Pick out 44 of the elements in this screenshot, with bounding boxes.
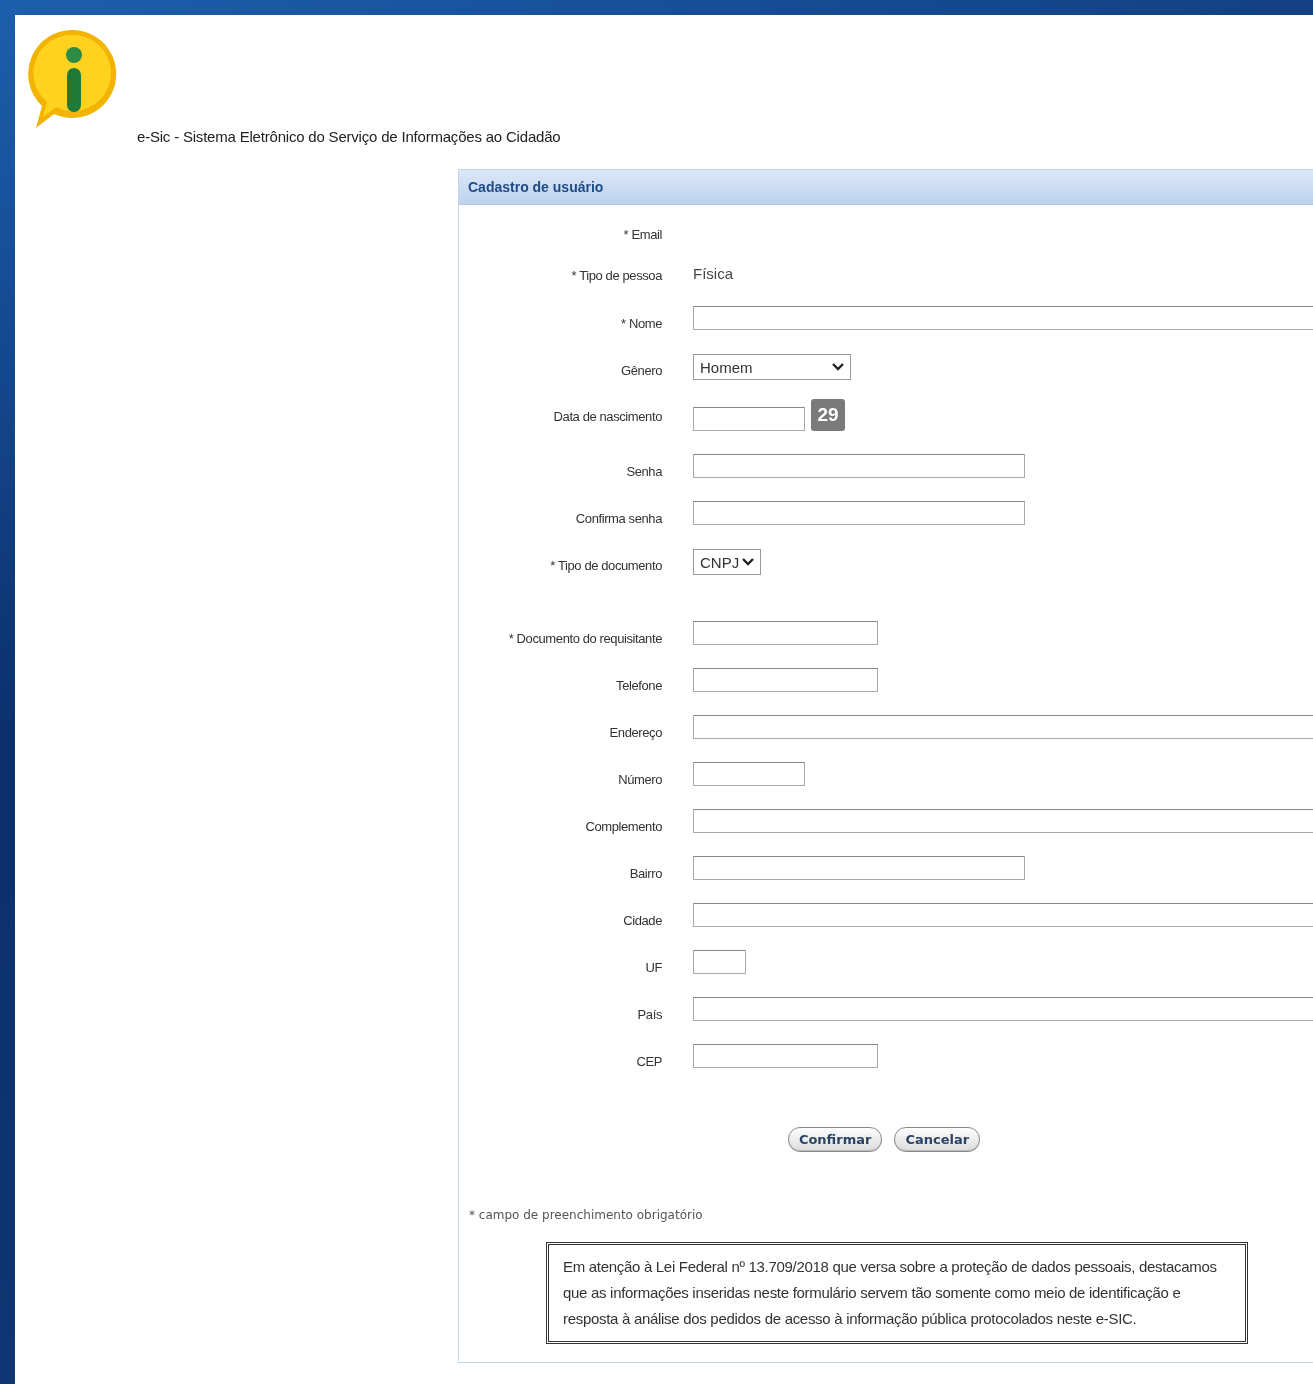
field-label: * Tipo de pessoa — [570, 267, 662, 283]
field-label: Confirma senha — [574, 510, 662, 526]
field-label: Senha — [625, 463, 662, 479]
input-field[interactable] — [693, 454, 1025, 478]
input-field[interactable] — [693, 668, 878, 692]
date-field[interactable] — [693, 407, 805, 431]
field-label: * Tipo de documento — [549, 557, 662, 573]
input-field[interactable] — [693, 501, 1025, 525]
field-value: Física — [693, 265, 733, 282]
field-label: Complemento — [584, 818, 662, 834]
field-label: Data de nascimento — [552, 408, 662, 424]
input-field[interactable] — [693, 903, 1313, 927]
field-label: * Email — [622, 226, 662, 242]
calendar-button[interactable]: 29 — [811, 399, 845, 431]
field-label: Cidade — [622, 912, 662, 928]
input-field[interactable] — [693, 1044, 878, 1068]
input-field[interactable] — [693, 306, 1313, 330]
site-title: e-Sic - Sistema Eletrônico do Serviço de Informações ao Cidadão — [137, 128, 561, 145]
field-label: Telefone — [615, 677, 662, 693]
form-button[interactable]: Cancelar — [894, 1127, 981, 1152]
field-label: Número — [617, 771, 662, 787]
field-label: Bairro — [628, 865, 662, 881]
panel-title: Cadastro de usuário — [459, 170, 1313, 205]
field-label: País — [636, 1006, 662, 1022]
input-field[interactable] — [693, 809, 1313, 833]
select-field[interactable]: Homem — [693, 354, 851, 380]
input-field[interactable] — [693, 950, 746, 974]
privacy-notice: Em atenção à Lei Federal nº 13.709/2018 que versa sobre a proteção de dados pessoais, destacamos que as informações inseridas neste formulário servem tão somente como meio de identificação e resposta à análise dos pedidos de acesso à informação pública protocolados neste e-SIC. — [546, 1242, 1248, 1344]
field-label: Gênero — [620, 362, 662, 378]
input-field[interactable] — [693, 762, 805, 786]
input-field[interactable] — [693, 621, 878, 645]
form-button[interactable]: Confirmar — [787, 1127, 883, 1152]
field-label: * Documento do requisitante — [507, 630, 662, 646]
input-field[interactable] — [693, 715, 1313, 739]
field-label: * Nome — [620, 315, 662, 331]
field-label: UF — [644, 959, 662, 975]
input-field[interactable] — [693, 997, 1313, 1021]
caret-icon — [832, 363, 844, 371]
field-label: Endereço — [608, 724, 662, 740]
field-label: CEP — [635, 1053, 662, 1069]
caret-icon — [742, 558, 754, 566]
select-field[interactable]: CNPJ — [693, 549, 761, 575]
footnote: * campo de preenchimento obrigatório — [469, 1208, 704, 1222]
input-field[interactable] — [693, 856, 1025, 880]
